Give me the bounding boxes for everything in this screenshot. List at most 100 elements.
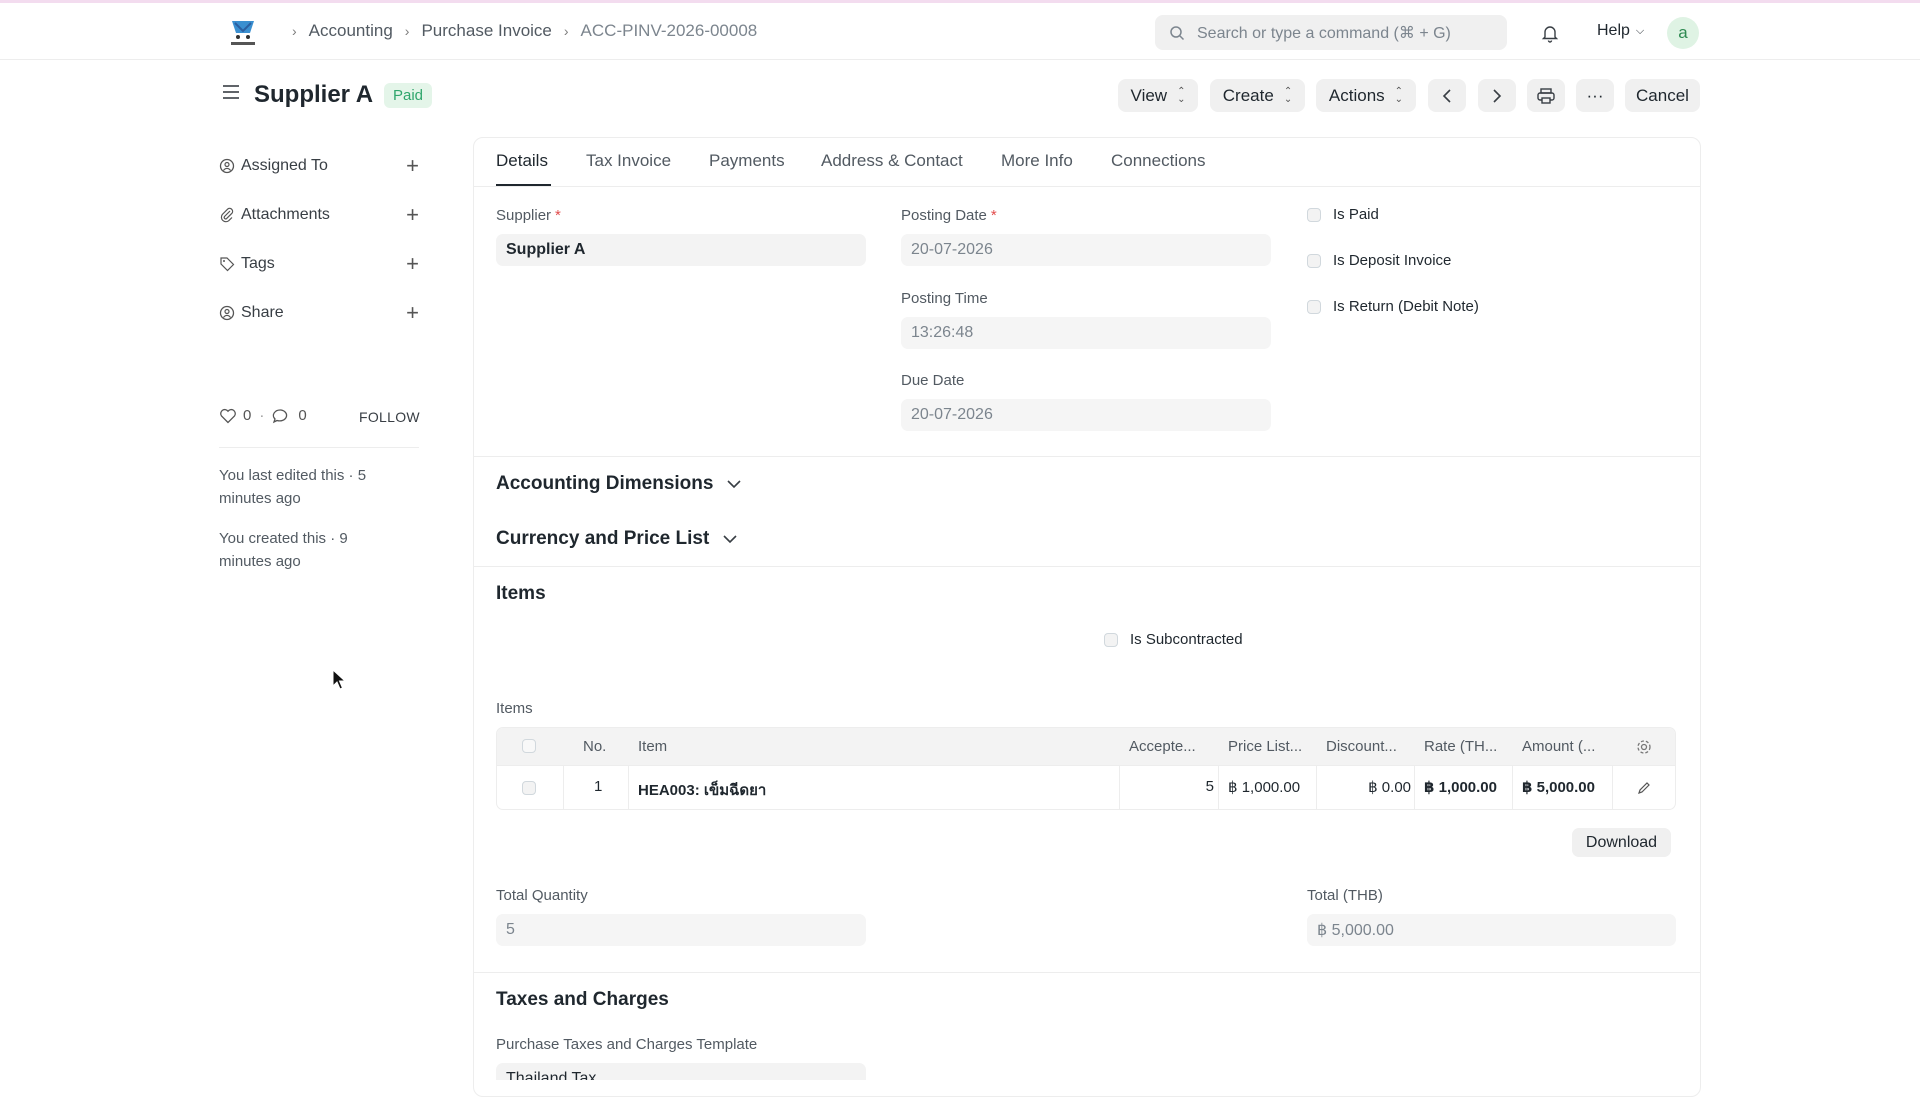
is-subcontracted-checkbox[interactable]: Is Subcontracted [1104,631,1243,648]
print-button[interactable] [1527,79,1565,112]
help-dropdown[interactable]: Help ⌵ [1597,22,1644,40]
accepted-qty-cell[interactable]: 5 [1129,778,1214,795]
section-accounting-dimensions[interactable]: Accounting Dimensions [496,473,742,495]
posting-time-field[interactable]: 13:26:48 [901,317,1271,349]
column-divider [628,766,629,809]
rate-cell[interactable]: ฿ 1,000.00 [1424,778,1514,796]
sidebar-item-assigned-to[interactable]: Assigned To + [219,153,419,179]
gear-icon[interactable] [1636,739,1652,755]
actions-button[interactable]: Actions ⌃ ⌄ [1316,79,1416,112]
chevron-down-icon [723,535,737,544]
total-quantity-field[interactable]: 5 [496,914,866,946]
chevron-right-icon: › [563,23,569,39]
taxes-template-label: Purchase Taxes and Charges Template [496,1036,758,1053]
sidebar-item-label: Share [241,304,284,321]
column-divider [563,766,564,809]
discount-cell[interactable]: ฿ 0.00 [1326,778,1411,796]
supplier-field[interactable]: Supplier A [496,234,866,266]
section-currency-price-list[interactable]: Currency and Price List [496,528,737,550]
supplier-label: Supplier * [496,207,561,224]
avatar[interactable]: a [1667,17,1699,49]
is-paid-checkbox[interactable]: Is Paid [1307,206,1379,223]
tab-more-info[interactable]: More Info [1001,151,1073,171]
column-divider [1414,766,1415,809]
checkbox-box[interactable] [1307,299,1321,314]
app-logo[interactable] [226,17,260,49]
breadcrumb-accounting[interactable]: Accounting [309,21,393,41]
item-cell[interactable]: HEA003: เข็มฉีดยา [638,778,1108,802]
create-button[interactable]: Create ⌃ ⌄ [1210,79,1305,112]
cancel-label: Cancel [1636,85,1689,105]
total-thb-field[interactable]: ฿ 5,000.00 [1307,914,1676,946]
add-icon[interactable]: + [406,153,419,179]
is-return-checkbox[interactable]: Is Return (Debit Note) [1307,298,1479,315]
sidebar-item-label: Tags [241,255,275,272]
due-date-label: Due Date [901,372,965,389]
tab-connections[interactable]: Connections [1111,151,1206,171]
sidebar-item-share[interactable]: Share + [219,300,419,326]
follow-button[interactable]: FOLLOW [359,409,420,425]
section-taxes-charges: Taxes and Charges [496,989,669,1010]
section-divider [474,456,1700,457]
column-header: Discount... [1326,738,1397,755]
chevron-right-icon [1493,88,1502,103]
amount-cell[interactable]: ฿ 5,000.00 [1522,778,1602,796]
row-checkbox[interactable] [522,781,536,795]
section-divider [474,972,1700,973]
previous-doc-button[interactable] [1428,79,1466,112]
column-header: Price List... [1228,738,1303,755]
dot-separator: · [259,407,265,424]
price-list-rate-cell[interactable]: ฿ 1,000.00 [1228,778,1313,796]
sidebar-item-label: Attachments [241,206,330,223]
sidebar-item-tags[interactable]: Tags + [219,251,419,277]
chevron-right-icon: › [404,23,410,39]
breadcrumb-purchase-invoice[interactable]: Purchase Invoice [421,21,551,41]
view-label: View [1130,85,1168,105]
add-icon[interactable]: + [406,202,419,228]
row-number: 1 [594,778,603,795]
tab-address-contact[interactable]: Address & Contact [821,151,963,171]
column-divider [1316,766,1317,809]
checkbox-label: Is Deposit Invoice [1333,252,1452,269]
edit-icon[interactable] [1637,781,1651,795]
add-icon[interactable]: + [406,300,419,326]
is-deposit-invoice-checkbox[interactable]: Is Deposit Invoice [1307,252,1451,269]
view-button[interactable]: View ⌃ ⌄ [1118,79,1198,112]
items-table: No. Item Accepte... Price List... Discou… [496,727,1676,810]
tag-icon [220,257,235,272]
tab-payments[interactable]: Payments [709,151,785,171]
chevron-down-icon: ⌵ [1635,24,1645,37]
checkbox-box[interactable] [1104,632,1118,647]
column-header: Item [638,738,668,755]
cancel-button[interactable]: Cancel [1625,79,1700,112]
bell-icon[interactable] [1540,23,1560,48]
tab-tax-invoice[interactable]: Tax Invoice [586,151,671,171]
tab-details[interactable]: Details [496,151,548,171]
select-all-checkbox[interactable] [522,739,536,753]
search-input[interactable]: Search or type a command (⌘ + G) [1155,15,1507,50]
taxes-template-field[interactable]: Thailand Tax [496,1063,866,1080]
due-date-field[interactable]: 20-07-2026 [901,399,1271,431]
posting-date-field[interactable]: 20-07-2026 [901,234,1271,266]
checkbox-label: Is Paid [1333,206,1379,223]
download-button[interactable]: Download [1572,828,1671,857]
breadcrumb: › Accounting › Purchase Invoice › ACC-PI… [280,21,757,41]
checkbox-box[interactable] [1307,253,1321,268]
comment-icon[interactable] [272,408,290,424]
total-thb-label: Total (THB) [1307,887,1383,904]
navbar: › Accounting › Purchase Invoice › ACC-PI… [0,3,1920,60]
breadcrumb-current[interactable]: ACC-PINV-2026-00008 [581,21,758,41]
sidebar-item-attachments[interactable]: Attachments + [219,202,419,228]
add-icon[interactable]: + [406,251,419,277]
more-options-button[interactable]: ··· [1576,79,1614,112]
column-divider [1119,766,1120,809]
heart-icon[interactable] [219,408,237,424]
next-doc-button[interactable] [1478,79,1516,112]
table-row[interactable]: 1 HEA003: เข็มฉีดยา 5 ฿ 1,000.00 ฿ 0.00 … [497,766,1675,809]
printer-icon [1537,87,1555,104]
checkbox-label: Is Subcontracted [1130,631,1243,648]
like-comment-stats: 0 · 0 [219,407,307,424]
sidebar-divider [219,447,419,448]
sidebar-toggle-icon[interactable] [222,84,240,105]
checkbox-box[interactable] [1307,207,1321,222]
